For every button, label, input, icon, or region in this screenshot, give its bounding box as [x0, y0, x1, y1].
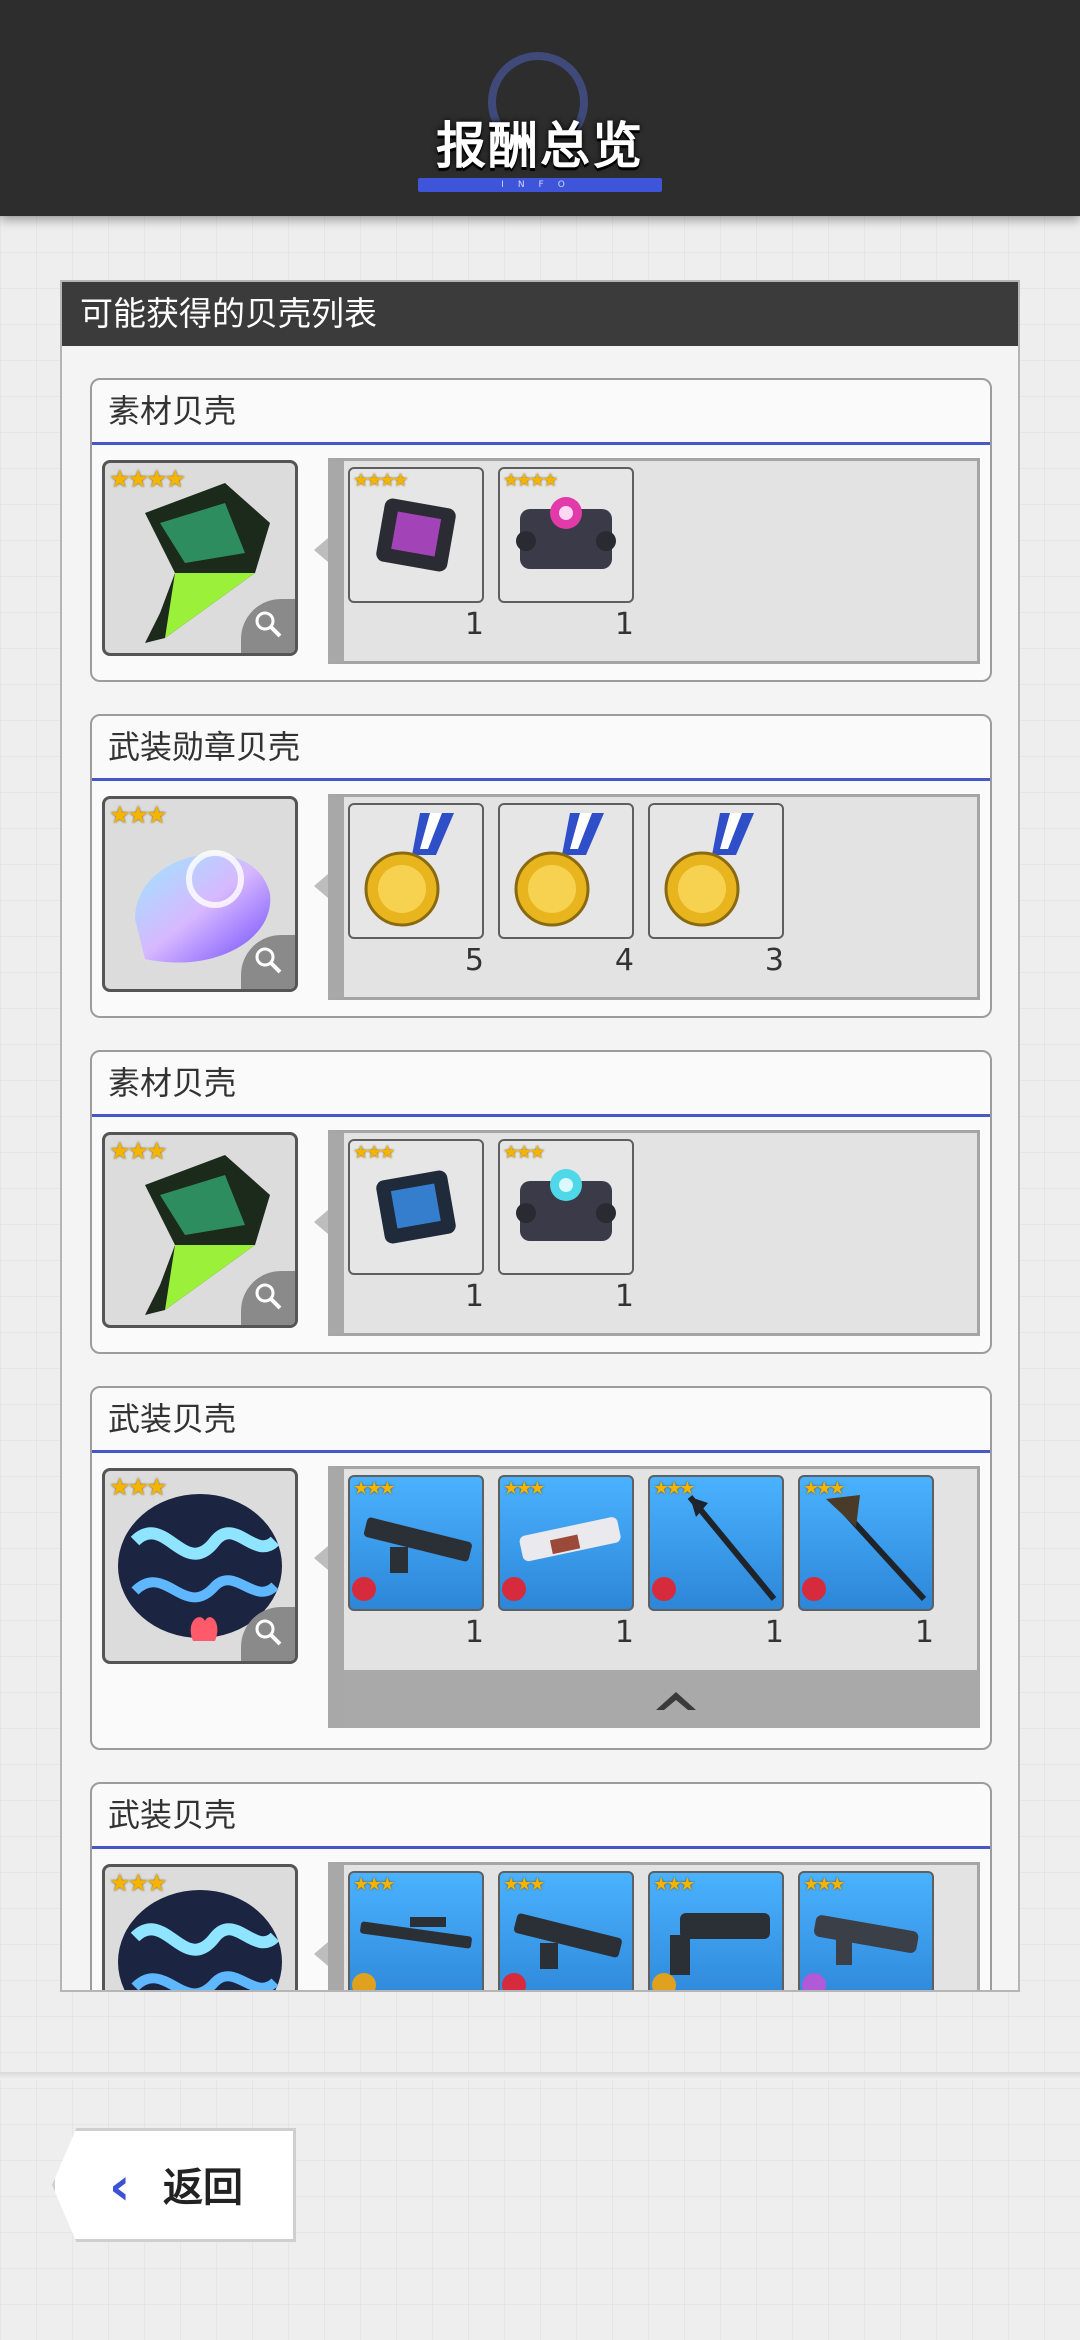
rarity-stars: ★★★: [353, 1142, 395, 1163]
card-title: 素材贝壳: [92, 1052, 990, 1117]
sniper-rifle-icon[interactable]: ★★★: [348, 1871, 484, 1990]
gold-medal-icon[interactable]: [498, 803, 634, 939]
page-title: 报酬总览: [436, 117, 644, 175]
card-title: 武装贝壳: [92, 1388, 990, 1453]
chip-icon[interactable]: ★★★: [348, 1139, 484, 1275]
quantity-label: 1: [464, 1615, 484, 1650]
card-title: 武装勋章贝壳: [92, 716, 990, 781]
header-underline: INFO: [418, 178, 662, 192]
quantity-label: 1: [614, 1279, 634, 1314]
quantity-label: 4: [614, 943, 634, 978]
shell-card: 武装贝壳 ★★★ ★★★ ★★★ ★★★ ★★★: [90, 1782, 992, 1990]
quantity-label: 3: [764, 943, 784, 978]
quantity-label: 1: [764, 1615, 784, 1650]
quantity-label: 1: [614, 607, 634, 642]
chip-icon[interactable]: ★★★★: [348, 467, 484, 603]
pointer-arrow: [314, 874, 328, 898]
rarity-stars: ★★★: [353, 1874, 395, 1895]
chevron-left-icon: ‹: [109, 2157, 131, 2217]
rarity-stars: ★★★: [503, 1874, 545, 1895]
assault-rifle-icon[interactable]: ★★★: [348, 1475, 484, 1611]
quantity-label: 1: [464, 1279, 484, 1314]
drop-list: ★★★ ★★★ ★★★ ★★★: [328, 1862, 980, 1990]
rarity-stars: ★★★★: [353, 470, 409, 491]
card-title: 素材贝壳: [92, 380, 990, 445]
blue-clam-shell-icon[interactable]: ★★★: [102, 1468, 298, 1664]
shell-card: 素材贝壳 ★★★★ ★★★★ 1 ★★★★ 1: [90, 378, 992, 682]
rarity-stars: ★★★: [803, 1478, 845, 1499]
header: 报酬总览 INFO: [0, 0, 1080, 216]
rarity-stars: ★★★: [653, 1874, 695, 1895]
blaster-icon[interactable]: ★★★: [798, 1871, 934, 1990]
chevron-up-icon: [656, 1692, 696, 1710]
back-button[interactable]: ‹ 返回: [52, 2128, 296, 2242]
pointer-arrow: [314, 1210, 328, 1234]
assault-rifle-icon[interactable]: ★★★: [498, 1871, 634, 1990]
rarity-stars: ★★★: [503, 1142, 545, 1163]
rarity-stars: ★★★★: [503, 470, 559, 491]
card-title: 武装贝壳: [92, 1784, 990, 1849]
drop-list: 5 4 3: [328, 794, 980, 1000]
divider: [0, 2072, 1080, 2080]
rarity-stars: ★★★: [109, 1473, 168, 1501]
green-conch-shell-icon[interactable]: ★★★: [102, 1132, 298, 1328]
spear-icon[interactable]: ★★★: [648, 1475, 784, 1611]
back-button-label: 返回: [163, 2165, 243, 2211]
drop-list: ★★★★ 1 ★★★★ 1: [328, 458, 980, 664]
gold-medal-icon[interactable]: [648, 803, 784, 939]
rainbow-nautilus-shell-icon[interactable]: ★★★: [102, 796, 298, 992]
collapse-button[interactable]: [328, 1670, 980, 1728]
rarity-stars: ★★★: [109, 1137, 168, 1165]
shell-card: 武装勋章贝壳 ★★★ 5 4 3: [90, 714, 992, 1018]
quantity-label: 1: [464, 607, 484, 642]
gold-medal-icon[interactable]: [348, 803, 484, 939]
core-device-icon[interactable]: ★★★: [498, 1139, 634, 1275]
quantity-label: 1: [914, 1615, 934, 1650]
quantity-label: 5: [464, 943, 484, 978]
core-device-icon[interactable]: ★★★★: [498, 467, 634, 603]
pointer-arrow: [314, 1546, 328, 1570]
shell-card: 武装贝壳 ★★★ ★★★ 1 ★★★ 1 ★★★ 1 ★★★ 1: [90, 1386, 992, 1750]
rarity-stars: ★★★★: [109, 465, 186, 493]
quantity-label: 1: [614, 1615, 634, 1650]
halberd-icon[interactable]: ★★★: [798, 1475, 934, 1611]
drop-list: ★★★ 1 ★★★ 1: [328, 1130, 980, 1336]
drop-list: ★★★ 1 ★★★ 1 ★★★ 1 ★★★ 1: [328, 1466, 980, 1676]
rarity-stars: ★★★: [109, 801, 168, 829]
blue-clam-shell-icon[interactable]: ★★★: [102, 1864, 298, 1990]
header-subtitle: INFO: [501, 180, 579, 190]
rarity-stars: ★★★: [109, 1869, 168, 1897]
rarity-stars: ★★★: [503, 1478, 545, 1499]
cannon-gun-icon[interactable]: ★★★: [498, 1475, 634, 1611]
pointer-arrow: [314, 538, 328, 562]
shell-card: 素材贝壳 ★★★ ★★★ 1 ★★★ 1: [90, 1050, 992, 1354]
rarity-stars: ★★★: [803, 1874, 845, 1895]
pointer-arrow: [314, 1942, 328, 1966]
rarity-stars: ★★★: [653, 1478, 695, 1499]
heavy-gun-icon[interactable]: ★★★: [648, 1871, 784, 1990]
green-conch-shell-icon[interactable]: ★★★★: [102, 460, 298, 656]
rarity-stars: ★★★: [353, 1478, 395, 1499]
shell-list-panel[interactable]: 可能获得的贝壳列表 素材贝壳 ★★★★ ★★★★ 1 ★★★★ 1 武装勋章贝壳…: [60, 280, 1020, 1992]
panel-title: 可能获得的贝壳列表: [62, 282, 1018, 346]
